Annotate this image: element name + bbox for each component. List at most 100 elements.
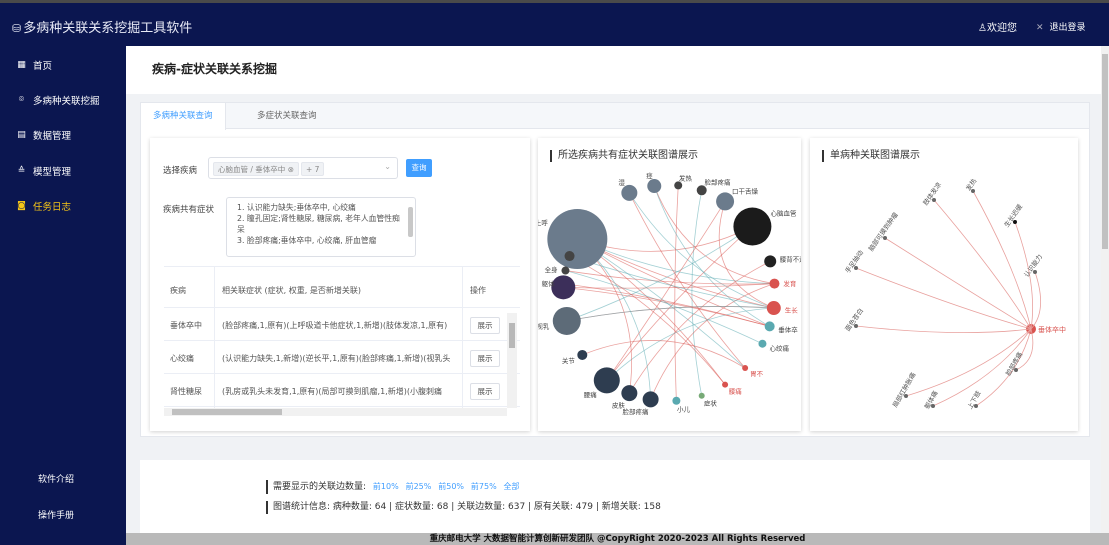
sidebar-item-tasklog[interactable]: ◙ 任务日志	[16, 199, 71, 213]
select-disease-label: 选择疾病	[163, 166, 198, 176]
graph-node	[764, 255, 777, 268]
chevron-down-icon: ⌄	[384, 162, 391, 171]
top-bar: ⛁ 多病种关联关系挖掘工具软件 ♙欢迎您 ✕ 退出登录	[0, 0, 1109, 46]
table-cell-disease: 心绞痛	[170, 354, 194, 363]
sidebar-item-model[interactable]: ≙ 模型管理	[16, 164, 71, 178]
table-cell-disease: 垂体卒中	[170, 321, 202, 330]
graph-node-label: 脸部疼痛	[623, 407, 650, 416]
tab-bar: 多病种关联查询 多症状关联查询	[141, 103, 1089, 130]
graph-node	[642, 391, 659, 408]
close-icon[interactable]: ⊗	[288, 165, 294, 174]
graph-node-label: 躯体	[542, 279, 556, 288]
scroll-thumb[interactable]	[509, 323, 515, 348]
filter-top75[interactable]: 前75%	[471, 482, 497, 491]
target-node-label: 垂体卒中	[1038, 325, 1066, 334]
graph-node-label: 全身	[545, 265, 559, 274]
footer-copyright: 重庆邮电大学 大数据智能计算创新研发团队 @CopyRight 2020-202…	[126, 533, 1109, 545]
row-divider	[164, 307, 520, 308]
symptom-line: 3. 脸部疼痛;垂体卒中, 心绞痛, 肝血管瘤	[237, 236, 377, 245]
graph-node	[722, 381, 729, 388]
graph-edge	[884, 237, 1032, 330]
filter-top10[interactable]: 前10%	[373, 482, 399, 491]
location-pin-icon: ⌾	[18, 95, 25, 105]
graph-node	[674, 181, 683, 190]
symptom-line: 1. 认识能力缺失;垂体卒中, 心绞痛	[237, 203, 356, 212]
app-title: ⛁ 多病种关联关系挖掘工具软件	[12, 21, 193, 36]
graph-node-label: 视乳	[538, 322, 550, 331]
graph-node-label: 心绞痛	[770, 343, 790, 352]
table-header-symptoms: 相关联症状 (症状, 权重, 是否新增关联)	[222, 286, 361, 295]
graph-node	[621, 385, 638, 402]
table-horizontal-scrollbar[interactable]	[164, 408, 507, 416]
show-button[interactable]: 展示	[470, 383, 500, 400]
filter-top25[interactable]: 前25%	[406, 482, 432, 491]
edge-filter-line: 需要显示的关联边数量: 前10% 前25% 前50% 前75% 全部	[266, 480, 520, 494]
common-symptom-textarea[interactable]: 1. 认识能力缺失;垂体卒中, 心绞痛 2. 瞳孔固定;肾性糖尿, 糖尿病, 老…	[226, 197, 416, 257]
graph-edge	[563, 283, 770, 327]
filter-top50[interactable]: 前50%	[438, 482, 464, 491]
logout-button[interactable]: ✕ 退出登录	[1036, 20, 1086, 33]
col-divider	[214, 267, 215, 416]
graph-node	[621, 184, 638, 201]
common-symptom-label: 疾病共有症状	[163, 205, 215, 215]
edge-filter-label: 需要显示的关联边数量:	[273, 482, 367, 492]
graph-node	[742, 365, 749, 372]
table-cell-symptoms: (脸部疼痛,1,原有)(上呼吸道卡他症状,1,新增)(肢体发凉,1,原有)	[222, 321, 448, 330]
graph-node-label: 心脑血管	[771, 208, 798, 217]
sidebar-item-intro[interactable]: 软件介绍	[38, 472, 74, 485]
scroll-thumb[interactable]	[1102, 54, 1108, 249]
show-button[interactable]: 展示	[470, 350, 500, 367]
selected-chip[interactable]: 心脑血管 / 垂体卒中 ⊗	[213, 162, 299, 176]
graph-node	[564, 251, 575, 262]
table-vertical-scrollbar[interactable]	[507, 313, 517, 408]
graph-node	[766, 301, 781, 316]
close-icon: ✕	[1036, 23, 1044, 33]
graph-node-label: 湿	[618, 178, 625, 187]
graph-node-label: 胃不	[750, 370, 764, 378]
single-disease-graph[interactable]: 垂体卒中脑部可摸到肿瘤肢体发凉 发热生长迟缓认识能力手足抽动面色苍白局部红肿胀痛躯…	[810, 138, 1078, 431]
graph-edge	[606, 201, 726, 381]
sidebar-item-home[interactable]: ▦ 首页	[16, 58, 52, 72]
scroll-thumb[interactable]	[408, 207, 413, 237]
graph-node	[672, 396, 681, 405]
graph-edge	[972, 190, 1032, 330]
sidebar-item-manual[interactable]: 操作手册	[38, 508, 74, 521]
page-title: 疾病-症状关联关系挖掘	[152, 62, 277, 76]
row-divider	[164, 373, 520, 374]
graph-node-label: 上下肢	[965, 389, 983, 411]
scroll-thumb[interactable]	[172, 409, 282, 415]
disease-select[interactable]: 心脑血管 / 垂体卒中 ⊗ + 7 ⌄	[208, 157, 398, 179]
graph-node-label: 口干舌燥	[732, 186, 759, 195]
graph-node-label: 痉	[646, 171, 653, 180]
graph-node	[547, 209, 608, 269]
graph-node-label: 症状	[704, 398, 718, 407]
table-header-action: 操作	[470, 286, 486, 295]
graph-node	[561, 266, 570, 275]
page-scrollbar[interactable]	[1101, 46, 1109, 533]
grid-icon: ▦	[17, 60, 26, 70]
graph-node-label: 面色苍白	[843, 306, 865, 332]
sidebar-item-data[interactable]: ▤ 数据管理	[16, 128, 71, 142]
graph-node-label: 腰痛	[729, 387, 743, 396]
sidebar: ▦ 首页 ⌾ 多病种关联挖掘 ▤ 数据管理 ≙ 模型管理 ◙ 任务日志 软件介绍 操作手册	[0, 46, 126, 545]
graph-node	[764, 321, 775, 332]
textarea-scrollbar[interactable]	[407, 199, 414, 255]
tab-multi-disease[interactable]: 多病种关联查询	[141, 103, 226, 130]
graph-node	[769, 278, 780, 289]
graph-node-label: 关节	[562, 356, 576, 365]
tab-multi-symptom[interactable]: 多症状关联查询	[245, 103, 329, 129]
show-button[interactable]: 展示	[470, 317, 500, 334]
welcome-user[interactable]: ♙欢迎您	[978, 19, 1017, 34]
co-symptom-graph[interactable]: 上呼湿痉发热脸部疼痛口干舌燥心脑血管腰背不适发育生长垂体卒心绞痛胃不腰痛症状小儿…	[538, 138, 801, 431]
graph-node-label: 发育	[783, 279, 797, 288]
main-content: 疾病-症状关联关系挖掘 多病种关联查询 多症状关联查询 选择疾病 心脑血管 / …	[126, 46, 1109, 533]
graph-node	[647, 179, 662, 194]
sidebar-item-mining[interactable]: ⌾ 多病种关联挖掘	[16, 93, 100, 107]
graph-node-label: 腰背不适	[780, 255, 801, 264]
graph-edge	[674, 185, 679, 401]
filter-all[interactable]: 全部	[504, 482, 520, 491]
co-symptom-graph-panel: 所选疾病共有症状关联图谱展示 上呼湿痉发热脸部疼痛口干舌燥心脑血管腰背不适发育生…	[538, 138, 801, 431]
query-button[interactable]: 查询	[406, 159, 432, 177]
graph-node-label: 肢体发凉	[921, 180, 944, 207]
database-icon: ⛁	[12, 22, 22, 35]
